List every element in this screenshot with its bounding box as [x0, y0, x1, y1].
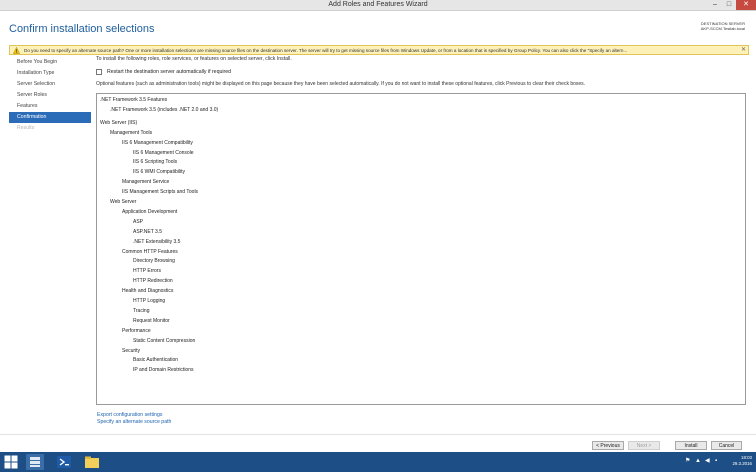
system-tray-icons: ⚑ ▲ ◀ ▪ — [685, 458, 720, 464]
selections-list[interactable]: .NET Framework 3.5 Features .NET Framewor… — [96, 93, 746, 405]
tree-item: IIS 6 WMI Compatibility — [133, 169, 185, 176]
optional-features-note: Optional features (such as administratio… — [96, 81, 586, 87]
nav-item-results: Results — [17, 125, 35, 131]
restart-checkbox[interactable] — [96, 69, 102, 75]
cancel-button[interactable]: Cancel — [711, 441, 742, 450]
tree-item: Web Server — [110, 199, 137, 205]
tree-item: Management Service — [122, 179, 170, 186]
server-manager-icon[interactable] — [26, 454, 44, 470]
tree-item: Web Server (IIS) — [100, 119, 138, 126]
volume-icon[interactable]: ◀ — [705, 458, 710, 464]
previous-button[interactable]: < Previous — [592, 441, 624, 450]
tree-item: Health and Diagnostics — [122, 288, 174, 295]
tree-item: Security — [122, 347, 141, 354]
tree-item: .NET Framework 3.5 (includes .NET 2.0 an… — [110, 106, 219, 113]
tree-item: IIS 6 Management Console — [133, 149, 194, 156]
network-icon[interactable]: ▲ — [695, 458, 701, 464]
next-button: Next > — [628, 441, 660, 450]
warning-text: Do you need to specify an alternate sour… — [24, 48, 628, 53]
warning-close-icon[interactable]: ✕ — [741, 46, 746, 53]
window-titlebar: Add Roles and Features Wizard – □ ✕ — [0, 0, 756, 11]
tree-item: Management Tools — [110, 129, 153, 136]
warning-icon — [13, 47, 20, 54]
wizard-nav: Before You Begin Installation Type Serve… — [9, 57, 91, 134]
tree-item: Common HTTP Features — [122, 248, 178, 255]
tree-item: HTTP Errors — [133, 268, 161, 275]
clock[interactable]: 18:03 29.3.2016 — [732, 455, 752, 467]
export-config-link[interactable]: Export configuration settings — [97, 412, 171, 419]
intro-text: To install the following roles, role ser… — [96, 56, 292, 62]
tree-item: ASP — [133, 218, 144, 225]
wizard-header: Confirm installation selections DESTINAT… — [0, 11, 756, 45]
links-area: Export configuration settings Specify an… — [97, 412, 171, 426]
tree-item: IP and Domain Restrictions — [133, 367, 194, 374]
tree-item: Request Monitor — [133, 317, 170, 324]
page-title: Confirm installation selections — [9, 23, 155, 35]
nav-item-confirmation[interactable]: Confirmation — [9, 112, 91, 123]
tree-item: Application Development — [122, 208, 178, 215]
powershell-icon[interactable] — [55, 454, 73, 470]
alternate-source-link[interactable]: Specify an alternate source path — [97, 419, 171, 426]
tree-item: ASP.NET 3.5 — [133, 228, 162, 235]
destination-server-info: DESTINATION SERVER AKP-SCCM.Testlab.loca… — [701, 21, 745, 31]
nav-item-before-you-begin[interactable]: Before You Begin — [9, 57, 91, 68]
tree-item: Tracing — [133, 307, 150, 314]
alternate-source-warning: Do you need to specify an alternate sour… — [9, 45, 749, 55]
restart-label[interactable]: Restart the destination server automatic… — [107, 69, 231, 75]
install-button[interactable]: Install — [675, 441, 707, 450]
keyboard-icon[interactable]: ▪ — [715, 458, 720, 464]
wizard-button-bar: < Previous Next > Install Cancel — [0, 434, 756, 452]
close-window-button[interactable]: ✕ — [736, 0, 756, 10]
tree-item: IIS 6 Scripting Tools — [133, 159, 178, 166]
minimize-button[interactable]: – — [708, 0, 722, 10]
nav-item-server-roles[interactable]: Server Roles — [9, 90, 91, 101]
tree-item: IIS 6 Management Compatibility — [122, 139, 193, 146]
flag-icon[interactable]: ⚑ — [685, 458, 690, 464]
maximize-button[interactable]: □ — [722, 0, 736, 10]
tree-item: .NET Framework 3.5 Features — [100, 97, 168, 103]
tree-item: Directory Browsing — [133, 258, 175, 265]
window-title: Add Roles and Features Wizard — [328, 1, 428, 8]
nav-item-server-selection[interactable]: Server Selection — [9, 79, 91, 90]
tree-item: Static Content Compression — [133, 337, 196, 344]
taskbar: ⚑ ▲ ◀ ▪ 18:03 29.3.2016 — [0, 452, 756, 472]
restart-option[interactable]: Restart the destination server automatic… — [96, 69, 231, 75]
destination-value: AKP-SCCM.Testlab.local — [700, 26, 745, 31]
clock-date: 29.3.2016 — [732, 461, 752, 466]
nav-item-features[interactable]: Features — [9, 101, 91, 112]
tree-item: Basic Authentication — [133, 357, 179, 364]
tree-item: HTTP Logging — [133, 298, 166, 304]
tree-item: HTTP Redirection — [133, 278, 173, 285]
windows-start-icon[interactable] — [4, 455, 18, 469]
tree-item: IIS Management Scripts and Tools — [122, 189, 199, 196]
tree-item: Performance — [122, 327, 151, 334]
nav-item-installation-type[interactable]: Installation Type — [9, 68, 91, 79]
main-content: To install the following roles, role ser… — [96, 56, 746, 87]
tree-item: .NET Extensibility 3.5 — [133, 238, 181, 245]
file-explorer-icon[interactable] — [83, 454, 101, 470]
